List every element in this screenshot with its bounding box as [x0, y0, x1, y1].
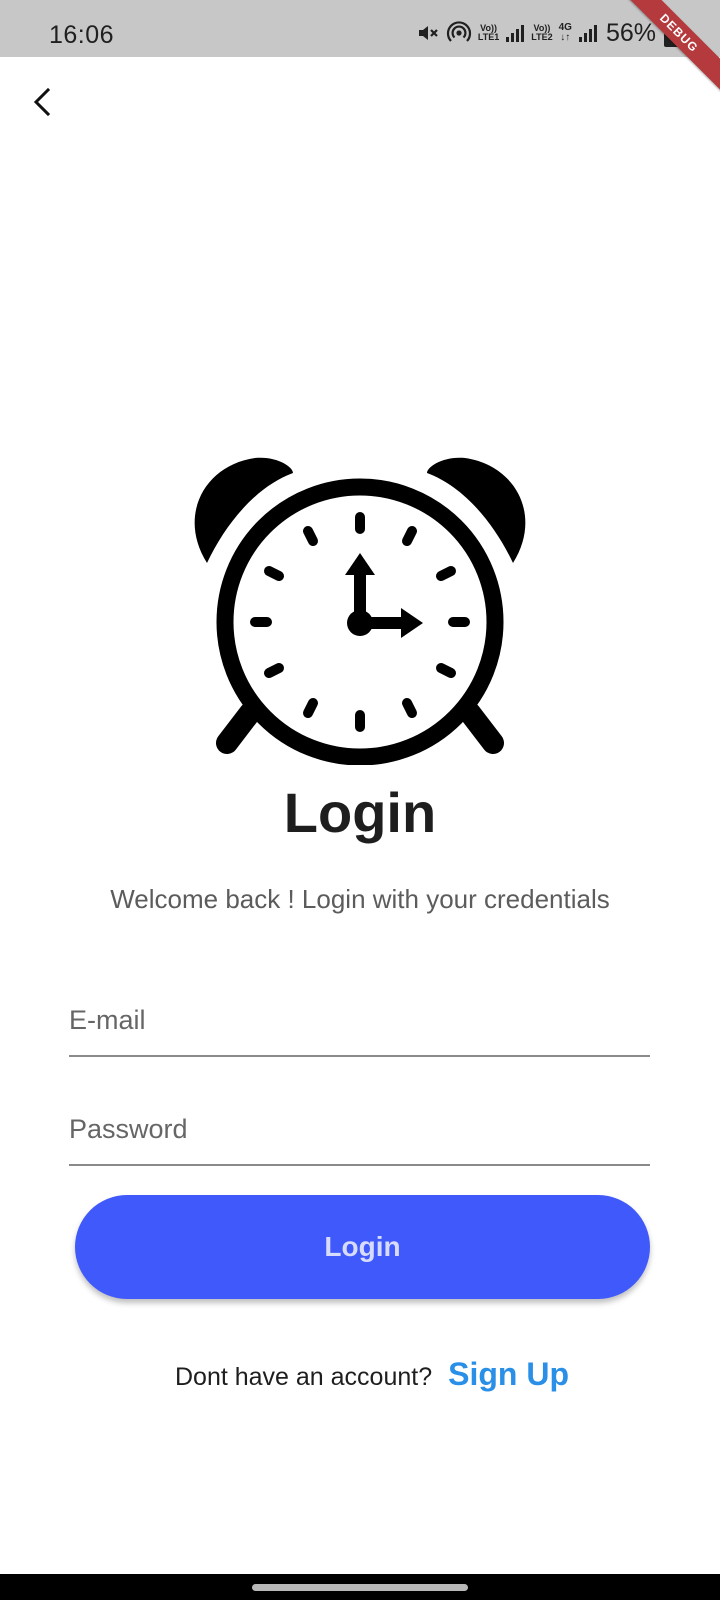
- battery-level: 56%: [605, 18, 656, 47]
- signup-row: Dont have an account? Sign Up: [0, 1356, 720, 1393]
- alarm-clock-icon: [194, 457, 526, 765]
- password-field[interactable]: [69, 1094, 650, 1164]
- hotspot-icon: [446, 20, 472, 46]
- home-gesture-handle[interactable]: [252, 1584, 468, 1591]
- sim1-label: Vo)) LTE1: [477, 23, 500, 42]
- mute-icon: [416, 21, 440, 45]
- signup-prompt: Dont have an account?: [174, 1363, 433, 1391]
- page-subtitle: Welcome back ! Login with your credentia…: [110, 884, 610, 914]
- back-button[interactable]: [22, 82, 62, 122]
- signal-icon: [505, 23, 525, 43]
- status-bar: 16:06 Vo)) LTE1 Vo)) LTE2 4G ↓↑ 56%: [0, 0, 720, 57]
- status-icons: Vo)) LTE1 Vo)) LTE2 4G ↓↑ 56%: [416, 17, 656, 49]
- signal-icon: [578, 23, 598, 43]
- login-screen: 16:06 Vo)) LTE1 Vo)) LTE2 4G ↓↑ 56% DEBU…: [0, 0, 720, 1600]
- sim2-label: Vo)) LTE2: [531, 23, 553, 42]
- page-title: Login: [283, 781, 437, 844]
- status-time: 16:06: [49, 21, 115, 49]
- email-field-container: [69, 985, 650, 1057]
- password-field-container: [69, 1094, 650, 1166]
- network-type: 4G ↓↑: [558, 22, 572, 43]
- signup-link[interactable]: Sign Up: [448, 1356, 569, 1393]
- chevron-left-icon: [33, 87, 51, 117]
- login-button[interactable]: Login: [75, 1195, 650, 1299]
- email-field[interactable]: [69, 985, 650, 1055]
